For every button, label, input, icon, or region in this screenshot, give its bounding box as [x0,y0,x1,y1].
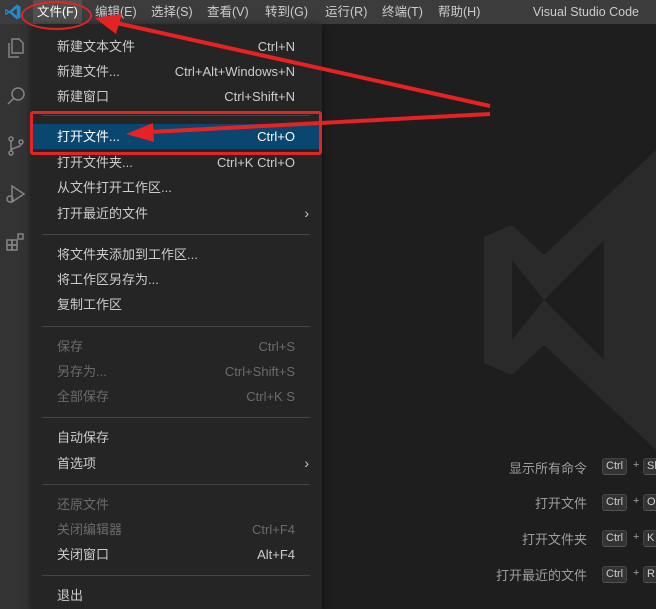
annotation-arrows [95,14,491,142]
annotation-arrow-head [126,123,154,142]
annotation-arrow-line [111,20,491,108]
annotation-arrow-line [149,112,491,134]
annotation-arrow-head [95,14,122,34]
